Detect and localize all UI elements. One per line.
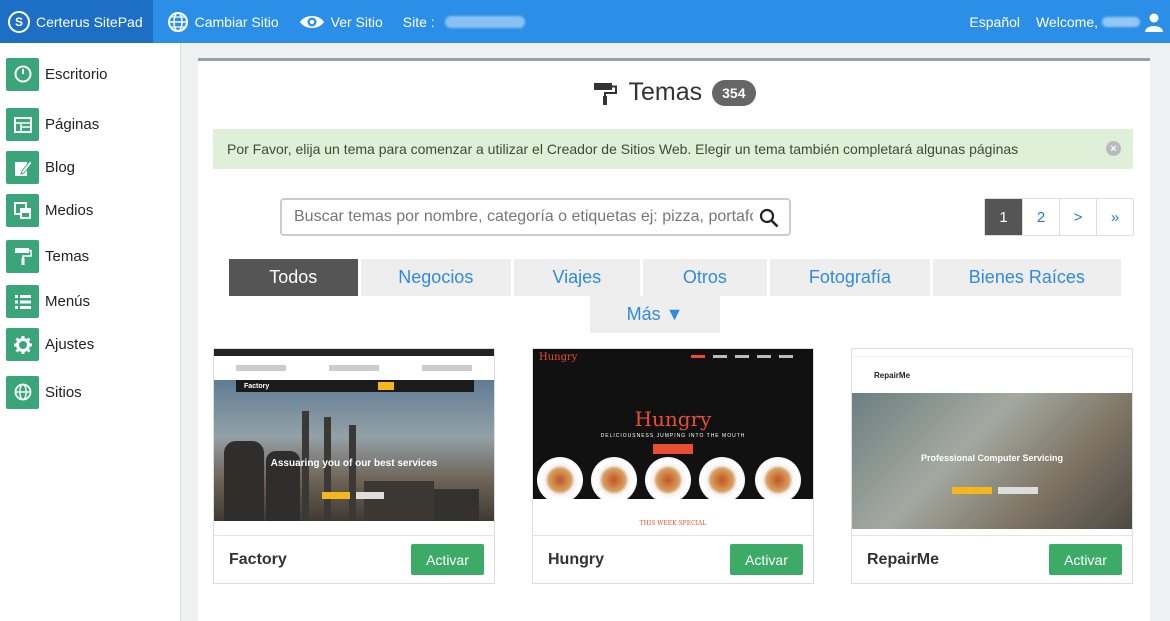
- sidebar-item-label: Páginas: [45, 116, 100, 133]
- site-info: Site :: [397, 0, 531, 43]
- tab-todos[interactable]: Todos: [229, 259, 358, 296]
- gear-icon: [6, 328, 39, 361]
- sidebar: Escritorio Páginas Blog Medios Temas Men…: [0, 43, 181, 621]
- blog-icon: [6, 151, 39, 184]
- tab-otros[interactable]: Otros: [642, 259, 768, 296]
- notice-text: Por Favor, elija un tema para comenzar a…: [227, 141, 1019, 157]
- sidebar-item-label: Menús: [45, 293, 91, 310]
- next-page-button[interactable]: >: [1059, 199, 1096, 235]
- welcome-label: Welcome,: [1036, 13, 1098, 30]
- themes-panel: Temas 354 Por Favor, elija un tema para …: [198, 58, 1150, 621]
- sidebar-item-label: Sitios: [45, 383, 82, 401]
- username-redacted: [1102, 16, 1140, 27]
- theme-name: Factory: [229, 550, 287, 568]
- theme-preview-hungry[interactable]: Hungry Hungry DELICIOUSNESS JUMPING INTO…: [533, 349, 813, 535]
- pages-icon: [6, 108, 39, 141]
- theme-card-factory: Factory Assuaring you of our best servic…: [213, 348, 495, 584]
- theme-name: Hungry: [548, 550, 604, 568]
- search-input[interactable]: [282, 200, 789, 234]
- globe-icon: [167, 11, 188, 32]
- dashboard-icon: [6, 57, 39, 91]
- tab-bienes-raices[interactable]: Bienes Raíces: [932, 259, 1122, 296]
- globe-icon: [6, 375, 39, 409]
- language-selector[interactable]: Español: [969, 14, 1020, 30]
- theme-card-hungry: Hungry Hungry DELICIOUSNESS JUMPING INTO…: [532, 348, 814, 584]
- factory-preview-headline: Assuaring you of our best services: [270, 458, 438, 469]
- eye-icon: [299, 15, 324, 28]
- sidebar-item-label: Medios: [45, 202, 94, 219]
- top-bar: S Certerus SitePad Cambiar Sitio Ver Sit…: [0, 0, 1170, 43]
- factory-preview-logo: Factory: [244, 382, 270, 390]
- page-title-text: Temas: [628, 78, 703, 106]
- page-title: Temas 354: [198, 78, 1150, 107]
- hungry-preview-special: THIS WEEK SPECIAL: [639, 520, 707, 527]
- sitepad-logo-icon: S: [8, 10, 30, 33]
- theme-card-repairme: RepairMe Professional Computer Servicing…: [851, 348, 1133, 584]
- hungry-preview-headline: Hungry: [634, 407, 712, 431]
- repairme-preview-headline: Professional Computer Servicing: [920, 453, 1064, 463]
- theme-preview-repairme[interactable]: RepairMe Professional Computer Servicing: [852, 349, 1132, 535]
- media-icon: [6, 194, 39, 227]
- theme-card-footer: Factory Activar: [214, 535, 494, 583]
- theme-card-footer: Hungry Activar: [533, 535, 813, 583]
- sidebar-item-escritorio[interactable]: Escritorio: [0, 55, 180, 93]
- sidebar-item-label: Temas: [45, 247, 90, 265]
- activate-factory-button[interactable]: Activar: [411, 544, 484, 575]
- site-label: Site :: [402, 13, 435, 30]
- page-2-button[interactable]: 2: [1022, 199, 1059, 235]
- theme-search: [280, 198, 791, 236]
- paint-roller-icon: [6, 239, 39, 273]
- theme-card-footer: RepairMe Activar: [852, 535, 1132, 583]
- tab-fotografia[interactable]: Fotografía: [770, 259, 930, 296]
- repairme-preview-logo: RepairMe: [852, 357, 1132, 393]
- sidebar-item-medios[interactable]: Medios: [0, 189, 180, 232]
- hungry-preview-logo: Hungry: [539, 352, 578, 363]
- activate-repairme-button[interactable]: Activar: [1049, 544, 1122, 575]
- sidebar-item-temas[interactable]: Temas: [0, 232, 180, 280]
- tab-negocios[interactable]: Negocios: [360, 259, 512, 296]
- sidebar-item-blog[interactable]: Blog: [0, 146, 180, 189]
- site-domain-redacted: [444, 15, 525, 28]
- change-site-label: Cambiar Sitio: [194, 13, 279, 30]
- theme-name: RepairMe: [867, 550, 940, 568]
- view-site-link[interactable]: Ver Sitio: [293, 0, 389, 43]
- page-1-button[interactable]: 1: [985, 199, 1022, 235]
- user-icon: [1145, 13, 1163, 32]
- last-page-button[interactable]: »: [1096, 199, 1133, 235]
- sidebar-item-paginas[interactable]: Páginas: [0, 103, 180, 146]
- notice-banner: Por Favor, elija un tema para comenzar a…: [213, 129, 1133, 169]
- tab-mas-dropdown[interactable]: Más ▼: [590, 296, 720, 333]
- brand-name: Certerus SitePad: [36, 13, 143, 30]
- sidebar-item-sitios[interactable]: Sitios: [0, 366, 180, 418]
- theme-count-badge: 354: [712, 79, 756, 106]
- tab-viajes[interactable]: Viajes: [514, 259, 640, 296]
- hungry-preview-subline: DELICIOUSNESS JUMPING INTO THE MOUTH: [600, 433, 746, 439]
- menu-icon: [6, 285, 39, 318]
- pagination: 1 2 > »: [984, 198, 1134, 236]
- search-icon[interactable]: [759, 208, 779, 228]
- category-tabs: Todos Negocios Viajes Otros Fotografía B…: [229, 259, 1122, 333]
- user-menu[interactable]: Welcome,: [1036, 12, 1164, 32]
- factory-preview-nav: Factory: [236, 380, 474, 392]
- sidebar-item-label: Escritorio: [45, 65, 108, 83]
- brand-link[interactable]: S Certerus SitePad: [0, 0, 153, 43]
- sidebar-item-label: Blog: [45, 159, 76, 176]
- sidebar-item-ajustes[interactable]: Ajustes: [0, 323, 180, 366]
- sidebar-item-label: Ajustes: [45, 336, 95, 353]
- activate-hungry-button[interactable]: Activar: [730, 544, 803, 575]
- theme-preview-factory[interactable]: Factory Assuaring you of our best servic…: [214, 349, 494, 535]
- change-site-link[interactable]: Cambiar Sitio: [161, 0, 285, 43]
- paint-roller-icon: [593, 82, 617, 105]
- close-icon[interactable]: ×: [1106, 141, 1121, 156]
- sidebar-item-menus[interactable]: Menús: [0, 280, 180, 323]
- view-site-label: Ver Sitio: [330, 13, 383, 30]
